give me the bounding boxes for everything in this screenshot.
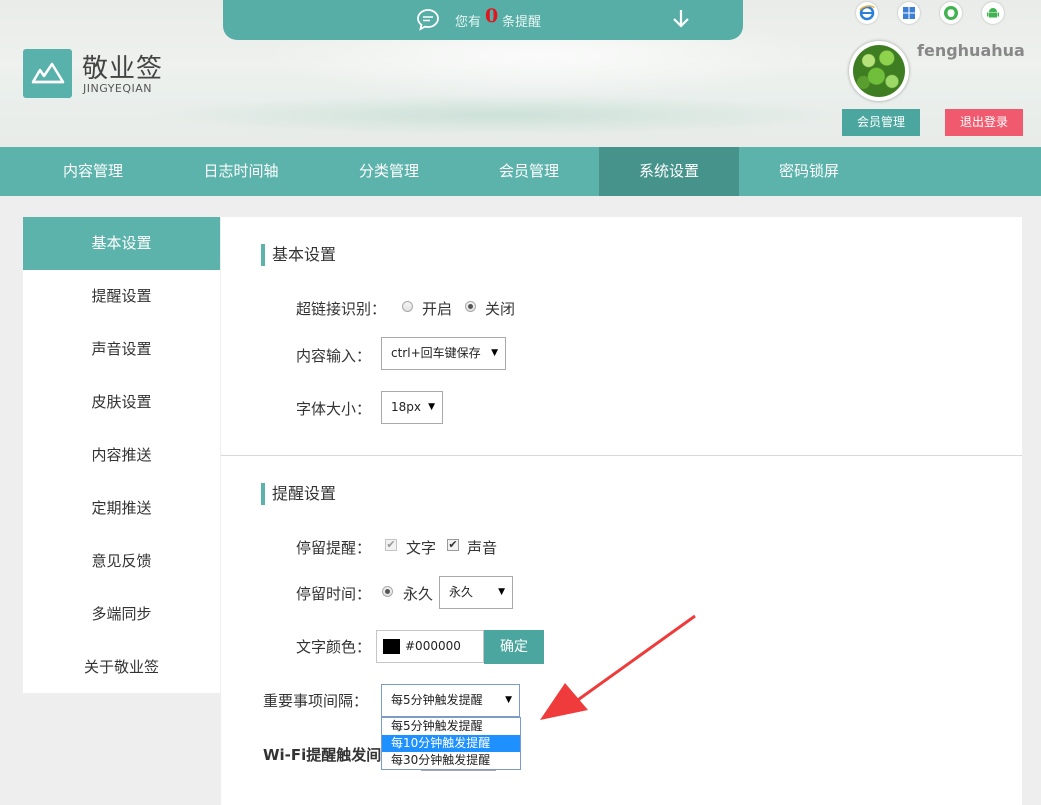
nav-content[interactable]: 内容管理 <box>23 147 163 196</box>
ie-icon[interactable] <box>856 2 878 24</box>
interval-option-highlighted[interactable]: 每10分钟触发提醒 <box>382 735 520 752</box>
sidebar-item-basic[interactable]: 基本设置 <box>23 217 220 270</box>
sidebar-item-about[interactable]: 关于敬业签 <box>23 641 220 694</box>
stay-time-value: 永久 <box>449 585 474 599</box>
sidebar-item-scheduled-push[interactable]: 定期推送 <box>23 482 220 535</box>
hyperlink-off-radio[interactable] <box>465 301 476 312</box>
interval-option[interactable]: 每5分钟触发提醒 <box>382 718 520 735</box>
nav-lockscreen[interactable]: 密码锁屏 <box>739 147 879 196</box>
sidebar-item-sync[interactable]: 多端同步 <box>23 588 220 641</box>
interval-dropdown-list[interactable]: 每5分钟触发提醒 每10分钟触发提醒 每30分钟触发提醒 <box>381 717 521 770</box>
sidebar-item-skin[interactable]: 皮肤设置 <box>23 376 220 429</box>
sidebar-item-feedback[interactable]: 意见反馈 <box>23 535 220 588</box>
header: 敬业签 JINGYEQIAN 您有 0 条提醒 fenghuahua 会员管理 … <box>0 0 1041 147</box>
content-input-label: 内容输入： <box>296 347 372 365</box>
font-size-select[interactable]: 18px ▼ <box>381 391 443 424</box>
content-input-select[interactable]: ctrl+回车键保存 ▼ <box>381 337 506 370</box>
interval-label: 重要事项间隔： <box>263 692 369 710</box>
section-divider <box>221 455 1022 456</box>
interval-option[interactable]: 每30分钟触发提醒 <box>382 752 520 769</box>
stay-text-checkbox[interactable]: ✔ <box>385 539 397 551</box>
stay-sound-label: 声音 <box>467 539 498 557</box>
notice-suffix: 条提醒 <box>502 15 542 30</box>
stay-forever-radio[interactable] <box>382 586 393 597</box>
font-size-value: 18px <box>391 400 421 414</box>
dropdown-arrow-icon: ▼ <box>498 587 505 597</box>
wifi-interval-label: Wi-Fi提醒触发间 <box>263 746 382 764</box>
text-color-value: #000000 <box>405 639 461 653</box>
content-input-value: ctrl+回车键保存 <box>391 346 481 360</box>
text-color-input[interactable]: #000000 <box>376 630 484 663</box>
notice-bar[interactable]: 您有 0 条提醒 <box>223 0 743 40</box>
font-size-label: 字体大小： <box>296 400 372 418</box>
dropdown-arrow-icon: ▼ <box>428 402 435 412</box>
member-management-button[interactable]: 会员管理 <box>842 109 920 136</box>
hyperlink-off-text: 关闭 <box>485 300 516 318</box>
header-sea-decoration <box>150 95 850 135</box>
android-icon[interactable] <box>982 2 1004 24</box>
logo-icon <box>23 49 72 98</box>
hyperlink-label: 超链接识别： <box>296 300 387 318</box>
brand-title: 敬业签 <box>82 54 164 84</box>
dropdown-arrow-icon: ▼ <box>505 695 512 705</box>
nav-settings[interactable]: 系统设置 <box>599 147 739 196</box>
arrow-down-icon[interactable] <box>672 9 690 33</box>
notice-count: 0 <box>485 5 499 27</box>
stay-time-select[interactable]: 永久 ▼ <box>439 576 513 609</box>
notice-prefix: 您有 <box>455 15 482 30</box>
stay-time-label: 停留时间： <box>296 585 372 603</box>
color-swatch <box>383 639 400 654</box>
main-nav: 内容管理 日志时间轴 分类管理 会员管理 系统设置 密码锁屏 <box>0 147 1041 196</box>
nav-members[interactable]: 会员管理 <box>459 147 599 196</box>
brand-subtitle: JINGYEQIAN <box>83 82 153 95</box>
nav-category[interactable]: 分类管理 <box>319 147 459 196</box>
annotation-arrow-icon <box>540 614 696 720</box>
section-title-basic: 基本设置 <box>261 244 336 266</box>
chat-bubble-icon <box>416 8 440 36</box>
stay-reminder-label: 停留提醒： <box>296 539 372 557</box>
hyperlink-on-radio[interactable] <box>402 301 413 312</box>
sidebar-item-content-push[interactable]: 内容推送 <box>23 429 220 482</box>
logout-button[interactable]: 退出登录 <box>945 109 1023 136</box>
stay-text-label: 文字 <box>406 539 437 557</box>
stay-forever-text: 永久 <box>403 585 434 603</box>
sidebar-item-sound[interactable]: 声音设置 <box>23 323 220 376</box>
settings-sidebar: 基本设置 提醒设置 声音设置 皮肤设置 内容推送 定期推送 意见反馈 多端同步 … <box>23 217 220 693</box>
hyperlink-on-text: 开启 <box>422 300 453 318</box>
username: fenghuahua <box>917 41 1025 60</box>
avatar-image <box>853 45 905 97</box>
sidebar-item-reminder[interactable]: 提醒设置 <box>23 270 220 323</box>
dropdown-arrow-icon: ▼ <box>491 348 498 358</box>
interval-select[interactable]: 每5分钟触发提醒 ▼ <box>381 684 520 717</box>
text-color-label: 文字颜色： <box>296 638 372 656</box>
nav-timeline[interactable]: 日志时间轴 <box>171 147 311 196</box>
avatar[interactable] <box>849 41 909 101</box>
interval-value: 每5分钟触发提醒 <box>391 693 483 707</box>
windows-icon[interactable] <box>898 2 920 24</box>
section-title-reminder: 提醒设置 <box>261 483 336 505</box>
stay-sound-checkbox[interactable]: ✔ <box>447 539 459 551</box>
apple-icon[interactable] <box>940 2 962 24</box>
